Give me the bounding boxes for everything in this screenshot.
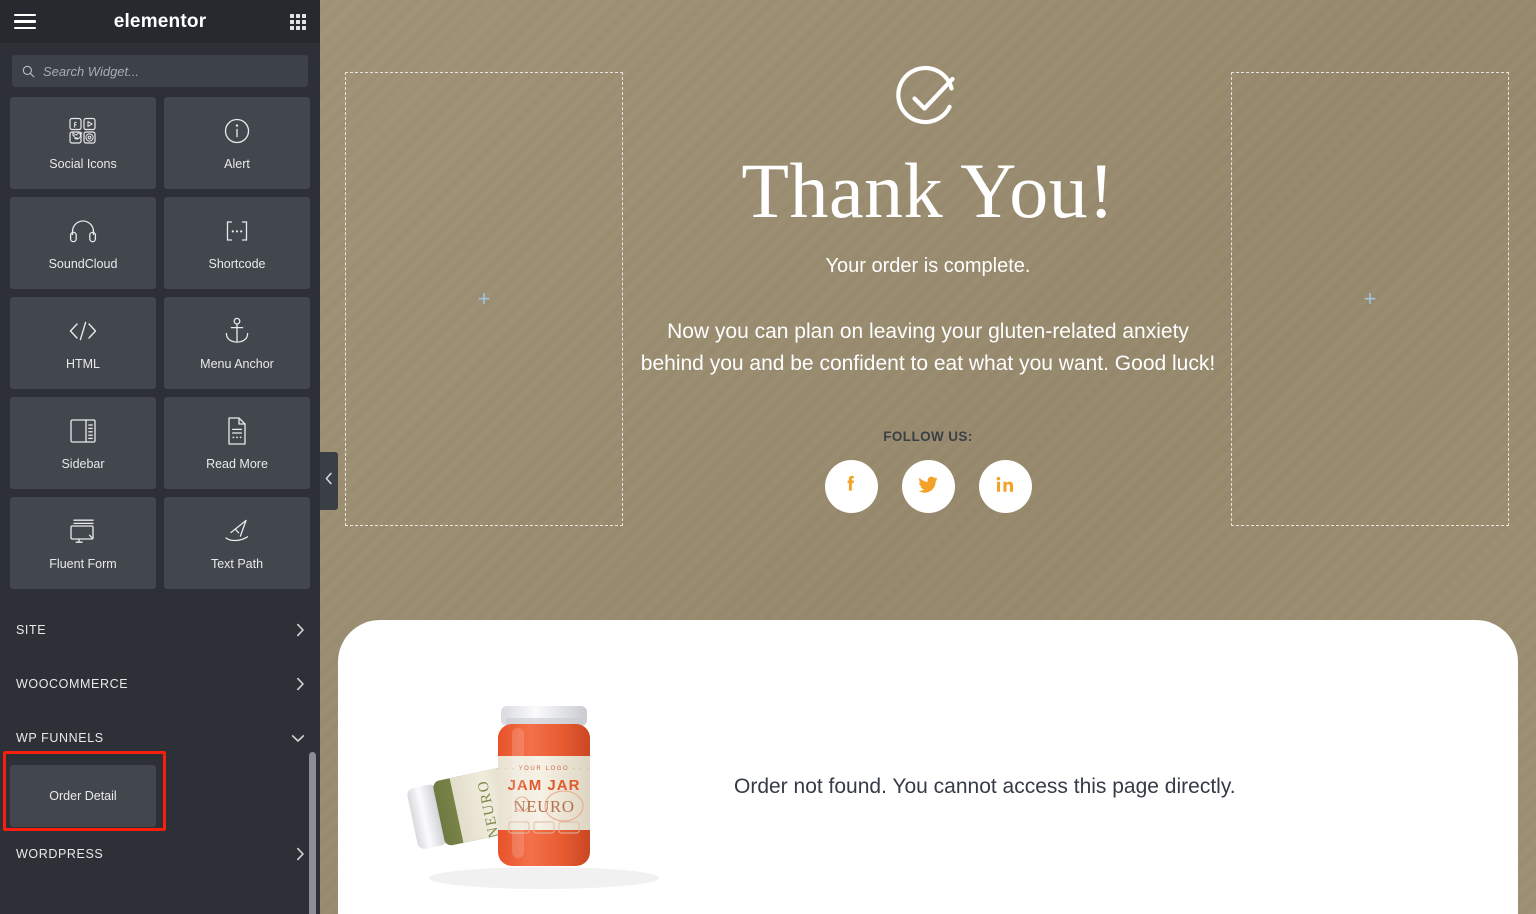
svg-text:· · · YOUR LOGO · · ·: · · · YOUR LOGO · · · <box>498 766 590 772</box>
widget-label: Shortcode <box>208 256 266 271</box>
category-label: WP FUNNELS <box>16 731 104 745</box>
document-icon <box>224 416 250 446</box>
chevron-right-icon <box>296 623 305 637</box>
widget-label: Social Icons <box>49 156 117 171</box>
category-site[interactable]: SITE <box>10 603 310 657</box>
category-woocommerce[interactable]: WOOCOMMERCE <box>10 657 310 711</box>
category-label: WORDPRESS <box>16 847 104 861</box>
widget-label: Order Detail <box>49 789 117 803</box>
sidebar-layout-icon <box>69 416 97 446</box>
linkedin-icon <box>994 473 1016 500</box>
alert-info-icon <box>222 116 252 146</box>
widget-card-soundcloud[interactable]: SoundCloud <box>10 197 156 289</box>
order-subtitle: Your order is complete. <box>825 254 1031 277</box>
monitor-form-icon <box>68 516 98 546</box>
widget-categories: SITE WOOCOMMERCE WP FUNNELS Order Detail… <box>10 603 310 881</box>
thank-you-content: Thank You! Your order is complete. Now y… <box>608 60 1248 513</box>
headphones-icon <box>68 216 98 246</box>
body-line-1: Now you can plan on leaving your gluten-… <box>667 319 1189 343</box>
widget-label: Fluent Form <box>49 556 117 571</box>
widget-card-read-more[interactable]: Read More <box>164 397 310 489</box>
search-icon <box>22 65 35 77</box>
social-icons-row <box>608 459 1248 513</box>
widget-card-menu-anchor[interactable]: Menu Anchor <box>164 297 310 389</box>
category-wordpress[interactable]: WORDPRESS <box>10 827 310 881</box>
follow-us-label: FOLLOW US: <box>883 428 973 444</box>
thank-you-section: + + Thank You! Your order is complete. N… <box>320 0 1536 600</box>
widget-card-fluent-form[interactable]: Fluent Form <box>10 497 156 589</box>
search-input[interactable] <box>43 63 298 79</box>
widget-card-alert[interactable]: Alert <box>164 97 310 189</box>
anchor-icon <box>223 316 251 346</box>
page-title: Thank You! <box>741 147 1115 234</box>
check-circle-icon <box>890 60 966 136</box>
search-widget-box[interactable] <box>12 55 308 87</box>
chevron-right-icon <box>296 677 305 691</box>
widget-label: SoundCloud <box>48 256 118 271</box>
order-detail-section: NEURO · · · YOUR LOGO · · · JAM JAR NEUR… <box>338 620 1518 914</box>
wp-funnels-widgets: Order Detail <box>10 765 310 827</box>
widget-label: Sidebar <box>61 456 105 471</box>
widget-card-social-icons[interactable]: Social Icons <box>10 97 156 189</box>
widget-card-order-detail[interactable]: Order Detail <box>10 765 156 827</box>
grid-icon[interactable] <box>290 13 306 30</box>
plus-icon[interactable]: + <box>1364 288 1377 310</box>
widget-list-scroll[interactable]: Social Icons Alert SoundCloud Shortcode … <box>0 97 320 914</box>
plus-icon[interactable]: + <box>478 288 491 310</box>
page-canvas: + + Thank You! Your order is complete. N… <box>320 0 1536 914</box>
order-not-found-message: Order not found. You cannot access this … <box>734 775 1236 798</box>
shortcode-brackets-icon <box>221 216 253 246</box>
widget-label: Alert <box>224 156 250 171</box>
widget-card-sidebar[interactable]: Sidebar <box>10 397 156 489</box>
body-line-2: behind you and be confident to eat what … <box>640 352 1216 376</box>
panel-header: elementor <box>0 0 320 43</box>
chevron-left-icon <box>325 472 333 490</box>
twitter-button[interactable] <box>901 459 955 513</box>
panel-collapse-handle[interactable] <box>320 452 338 510</box>
empty-column-left[interactable]: + <box>345 72 623 526</box>
facebook-icon <box>840 473 862 500</box>
search-area <box>0 43 320 97</box>
widget-grid: Social Icons Alert SoundCloud Shortcode … <box>10 97 310 589</box>
widget-card-html[interactable]: HTML <box>10 297 156 389</box>
social-icons-icon <box>68 116 98 146</box>
linkedin-button[interactable] <box>978 459 1032 513</box>
widget-label: Menu Anchor <box>200 356 274 371</box>
empty-column-right[interactable]: + <box>1231 72 1509 526</box>
widget-card-text-path[interactable]: Text Path <box>164 497 310 589</box>
widget-label: Read More <box>206 456 268 471</box>
text-path-icon <box>222 516 252 546</box>
category-label: WOOCOMMERCE <box>16 677 129 691</box>
widget-panel: elementor Search Widget... Social Icons … <box>0 0 320 914</box>
elementor-logo: elementor <box>113 10 207 32</box>
sidebar-scrollbar[interactable] <box>309 752 316 914</box>
widget-label: HTML <box>65 356 101 371</box>
category-wp-funnels[interactable]: WP FUNNELS <box>10 711 310 765</box>
chevron-right-icon <box>296 847 305 861</box>
elementor-editor: elementor Search Widget... Social Icons … <box>0 0 1536 914</box>
twitter-icon <box>916 472 940 501</box>
code-icon <box>67 316 99 346</box>
widget-label: Text Path <box>210 556 264 571</box>
widget-card-shortcode[interactable]: Shortcode <box>164 197 310 289</box>
facebook-button[interactable] <box>824 459 878 513</box>
hamburger-icon[interactable] <box>14 13 36 30</box>
jam-jar-product-image: NEURO · · · YOUR LOGO · · · JAM JAR NEUR… <box>394 682 694 892</box>
category-label: SITE <box>16 623 47 637</box>
chevron-down-icon <box>291 734 305 743</box>
